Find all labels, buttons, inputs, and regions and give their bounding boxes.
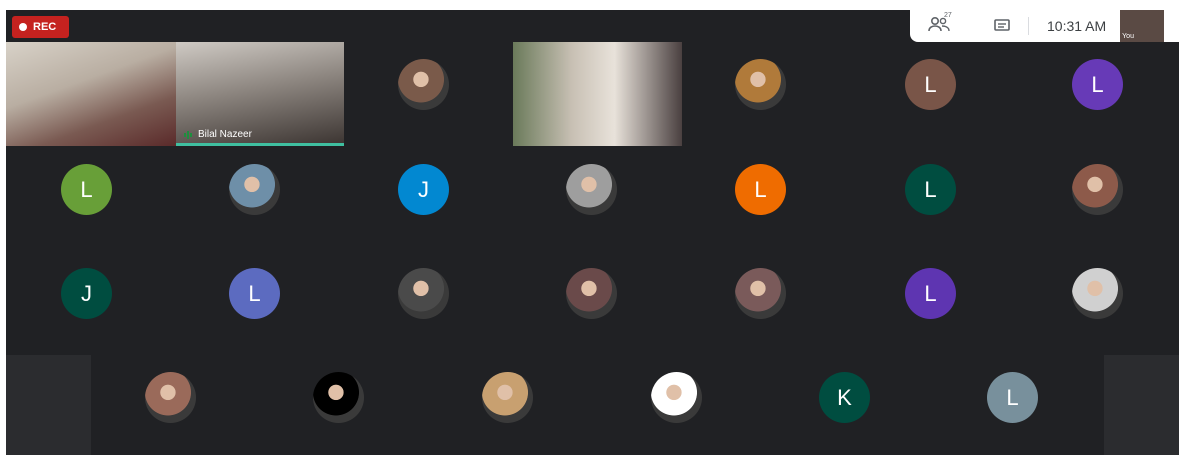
participant-photo-avatar[interactable]	[145, 372, 196, 423]
participant-initial-avatar[interactable]: K	[819, 372, 870, 423]
participant-photo-avatar[interactable]	[313, 372, 364, 423]
participants-count: 27	[944, 12, 952, 19]
meeting-clock: 10:31 AM	[1047, 18, 1107, 34]
participant-initial-avatar[interactable]: L	[905, 164, 956, 215]
participant-photo-avatar[interactable]	[229, 164, 280, 215]
active-speaker-bar	[176, 143, 344, 146]
participant-initial-avatar[interactable]: L	[61, 164, 112, 215]
self-label: You	[1122, 33, 1134, 40]
people-icon[interactable]: 27	[928, 12, 954, 36]
avatar-initial: L	[924, 71, 937, 97]
participant-name: Bilal Nazeer	[198, 129, 252, 140]
video-tile-2[interactable]: Bilal Nazeer	[176, 42, 344, 146]
participant-initial-avatar[interactable]: J	[61, 268, 112, 319]
participant-initial-avatar[interactable]: L	[905, 268, 956, 319]
avatar-initial: K	[837, 384, 852, 410]
divider	[1028, 17, 1029, 35]
chat-icon[interactable]	[994, 19, 1010, 33]
participant-photo-avatar[interactable]	[398, 59, 449, 110]
avatar-initial: L	[248, 280, 261, 306]
self-view-thumbnail[interactable]: You	[1120, 10, 1165, 42]
record-dot-icon	[19, 23, 27, 31]
avatar-initial: J	[81, 280, 92, 306]
avatar-initial: L	[754, 176, 767, 202]
meeting-stage: REC 27 10:31 AM You Bilal Nazeer L L L J…	[6, 10, 1179, 455]
avatar-initial: L	[1091, 71, 1104, 97]
avatar-initial: L	[924, 280, 937, 306]
participant-photo-avatar[interactable]	[735, 268, 786, 319]
video-tile-1[interactable]	[6, 42, 176, 146]
participant-initial-avatar[interactable]: L	[1072, 59, 1123, 110]
avatar-initial: J	[418, 176, 429, 202]
participant-photo-avatar[interactable]	[398, 268, 449, 319]
participant-photo-avatar[interactable]	[1072, 164, 1123, 215]
top-bar: 27 10:31 AM You	[910, 10, 1179, 42]
participant-initial-avatar[interactable]: J	[398, 164, 449, 215]
avatar-initial: L	[924, 176, 937, 202]
participant-initial-avatar[interactable]: L	[229, 268, 280, 319]
participant-photo-avatar[interactable]	[1072, 268, 1123, 319]
avatar-initial: L	[1006, 384, 1019, 410]
participant-photo-avatar[interactable]	[566, 164, 617, 215]
bottom-row-inner	[91, 355, 1104, 455]
video-tile-3[interactable]	[513, 42, 682, 146]
recording-badge: REC	[12, 16, 69, 38]
participant-photo-avatar[interactable]	[482, 372, 533, 423]
participant-photo-avatar[interactable]	[566, 268, 617, 319]
avatar-initial: L	[80, 176, 93, 202]
recording-label: REC	[33, 21, 57, 33]
participant-initial-avatar[interactable]: L	[987, 372, 1038, 423]
participant-initial-avatar[interactable]: L	[905, 59, 956, 110]
participant-initial-avatar[interactable]: L	[735, 164, 786, 215]
participant-photo-avatar[interactable]	[735, 59, 786, 110]
participant-photo-avatar[interactable]	[651, 372, 702, 423]
speaking-indicator-icon	[184, 130, 192, 139]
name-tag: Bilal Nazeer	[184, 129, 252, 140]
